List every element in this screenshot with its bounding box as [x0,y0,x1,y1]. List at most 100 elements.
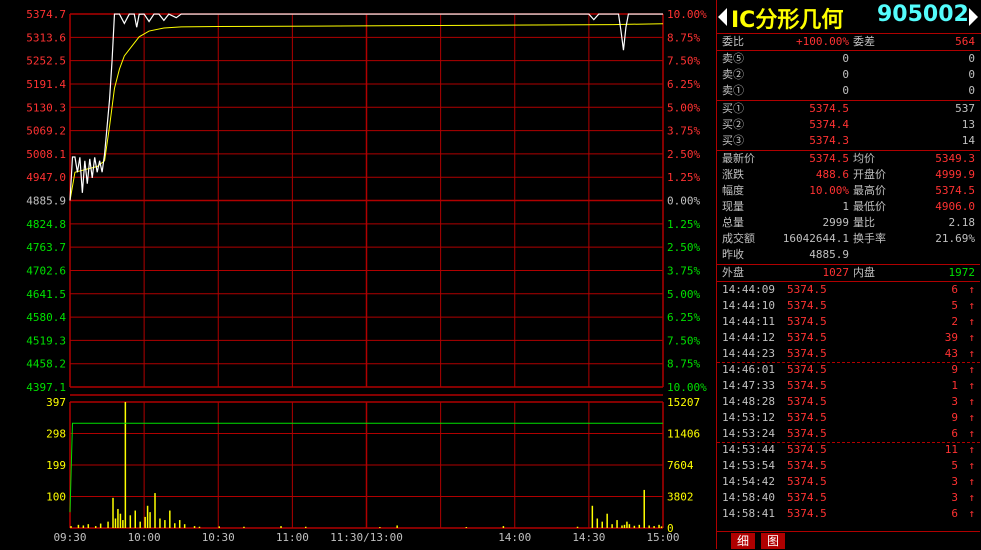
price-tick-label: 5008.1 [26,148,66,161]
price-axis-labels: 5374.7 5313.6 5252.5 5191.4 5130.3 5069.2 5008… [26,8,66,394]
order-ratio-row: 委比 +100.00% 委差 564 [717,34,980,50]
ask-volume: 0 [968,68,975,81]
stat-value: 488.6 [815,168,849,181]
stat-row: 最新价 5374.5 均价 5349.3 [717,151,980,167]
price-tick-label: 5374.7 [26,8,66,21]
bottom-tabs: 细 图 [717,531,980,550]
tick-row: 14:44:11 5374.5 2 ↑ [717,314,980,330]
volume-tick-label: 11406 [667,428,700,441]
tick-price: 5374.5 [787,395,827,408]
tab-chart[interactable]: 图 [761,533,785,549]
stat-value: 5374.5 [809,152,849,165]
stat-value: 10.00% [809,184,849,197]
tick-time: 14:53:24 [722,427,775,440]
tick-row: 14:53:12 5374.5 9 ↑ [717,410,980,426]
tick-direction-icon: ↑ [968,315,975,328]
stat-label: 开盘价 [853,168,886,181]
price-tick-label: 4702.6 [26,264,66,277]
tick-volume: 6 [951,283,958,296]
price-tick-label: 4580.4 [26,311,66,324]
tick-price: 5374.5 [787,507,827,520]
time-tick-label: 10:30 [202,531,235,544]
tick-volume: 3 [951,475,958,488]
tick-price: 5374.5 [787,315,827,328]
percent-tick-label: 10.00% [667,8,707,21]
stat-label: 最低价 [853,200,886,213]
bid-row: 买② 5374.4 13 [717,117,980,133]
stat-value: 2.18 [948,216,976,229]
percent-tick-label: 7.50% [667,334,700,347]
stat-row: 昨收 4885.9 [717,247,980,263]
ask-label: 卖⑤ [722,52,744,65]
percent-tick-label: 2.50% [667,241,700,254]
price-tick-label: 4885.9 [26,195,66,208]
stat-row: 幅度 10.00% 最高价 5374.5 [717,183,980,199]
next-security-icon[interactable] [969,8,978,26]
tick-row: 14:53:24 5374.5 6 ↑ [717,426,980,442]
tick-price: 5374.5 [787,283,827,296]
tick-price: 5374.5 [787,475,827,488]
stat-label: 总量 [722,216,744,229]
tick-time: 14:44:12 [722,331,775,344]
ask-row: 卖⑤ 0 0 [717,51,980,67]
stat-row: 涨跌 488.6 开盘价 4999.9 [717,167,980,183]
volume-tick-label: 397 [46,396,66,409]
diff-label: 委差 [853,35,875,48]
volume-tick-label: 15207 [667,396,700,409]
tick-time: 14:47:33 [722,379,775,392]
price-tick-label: 4397.1 [26,381,66,394]
inner-label: 内盘 [853,266,875,279]
tick-time: 14:44:11 [722,315,775,328]
ask-label: 卖① [722,84,744,97]
stat-value: 16042644.1 [782,232,849,245]
time-tick-label: 14:30 [572,531,605,544]
time-tick-label: 14:00 [498,531,531,544]
percent-tick-label: 3.75% [667,125,700,138]
stat-value: 4906.0 [935,200,975,213]
tick-row: 14:44:12 5374.5 39 ↑ [717,330,980,346]
ask-price: 0 [842,84,849,97]
tick-time: 14:58:40 [722,491,775,504]
stat-value: 1 [842,200,849,213]
bid-volume: 537 [955,102,975,115]
stat-value: 21.69% [935,232,975,245]
percent-tick-label: 8.75% [667,31,700,44]
price-tick-label: 4519.3 [26,334,66,347]
tick-direction-icon: ↑ [968,459,975,472]
bid-label: 买② [722,118,744,131]
percent-tick-label: 3.75% [667,264,700,277]
stat-label: 换手率 [853,232,886,245]
bid-label: 买① [722,102,744,115]
percent-tick-label: 5.00% [667,288,700,301]
tick-direction-icon: ↑ [968,491,975,504]
tick-row: 14:47:33 5374.5 1 ↑ [717,378,980,394]
bid-row: 买③ 5374.3 14 [717,133,980,149]
tick-volume: 5 [951,459,958,472]
ratio-value: +100.00% [796,35,849,48]
tab-detail[interactable]: 细 [731,533,755,549]
stat-row: 总量 2999 量比 2.18 [717,215,980,231]
stat-label: 现量 [722,200,744,213]
bid-price: 5374.4 [809,118,849,131]
tick-price: 5374.5 [787,491,827,504]
volume-tick-label: 7604 [667,459,694,472]
percent-tick-label: 6.25% [667,78,700,91]
tick-time: 14:54:42 [722,475,775,488]
prev-security-icon[interactable] [718,8,727,26]
tick-price: 5374.5 [787,379,827,392]
ask-label: 卖② [722,68,744,81]
volume-tick-label: 298 [46,428,66,441]
percent-tick-label: 10.00% [667,381,707,394]
tick-direction-icon: ↑ [968,347,975,360]
ratio-label: 委比 [722,35,744,48]
price-tick-label: 5313.6 [26,31,66,44]
outer-inner-row: 外盘 1027 内盘 1972 [717,265,980,281]
stat-value: 4885.9 [809,248,849,261]
time-tick-label: 11:00 [276,531,309,544]
tick-direction-icon: ↑ [968,443,975,456]
intraday-chart[interactable]: 5374.7 5313.6 5252.5 5191.4 5130.3 5069.2 5008… [0,0,716,549]
bid-label: 买③ [722,134,744,147]
bid-row: 买① 5374.5 537 [717,101,980,117]
percent-tick-label: 6.25% [667,311,700,324]
percent-tick-label: 8.75% [667,358,700,371]
